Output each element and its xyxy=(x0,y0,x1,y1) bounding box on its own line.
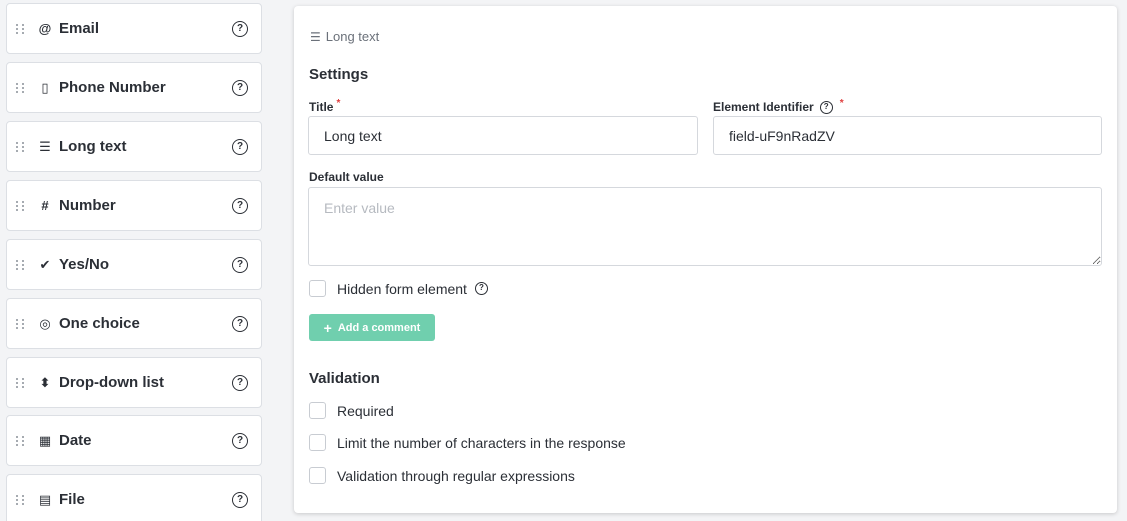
panel-header: ☰ Long text xyxy=(310,29,379,44)
radio-icon: ◎ xyxy=(39,315,51,331)
drag-handle-icon[interactable] xyxy=(16,258,26,272)
required-star: * xyxy=(336,97,341,109)
required-checkbox[interactable] xyxy=(309,402,326,419)
drag-handle-icon[interactable] xyxy=(16,493,26,507)
palette-item-email[interactable]: @ Email ? xyxy=(6,3,262,54)
drag-handle-icon[interactable] xyxy=(16,434,26,448)
select-arrows-icon: ⬍ xyxy=(39,374,51,390)
drag-handle-icon[interactable] xyxy=(16,317,26,331)
palette-item-label: Phone Number xyxy=(59,79,166,96)
at-sign-icon: @ xyxy=(38,21,52,36)
title-label: Title * xyxy=(309,97,341,115)
palette-item-label: Date xyxy=(59,432,92,449)
limit-characters-checkbox[interactable] xyxy=(309,434,326,451)
palette-item-file[interactable]: ▤ File ? xyxy=(6,474,262,521)
help-icon[interactable]: ? xyxy=(232,79,248,96)
palette-item-phone-number[interactable]: ▯ Phone Number ? xyxy=(6,62,262,113)
add-comment-label: Add a comment xyxy=(337,321,421,334)
long-text-icon: ☰ xyxy=(310,29,321,44)
phone-icon: ▯ xyxy=(41,79,49,95)
long-text-icon: ☰ xyxy=(39,138,51,154)
default-value-textarea[interactable] xyxy=(308,187,1102,266)
hidden-form-element-label: Hidden form element xyxy=(337,280,467,297)
validation-option-label: Limit the number of characters in the re… xyxy=(337,434,626,451)
field-palette: @ Email ? ▯ Phone Number ? ☰ Long text ?… xyxy=(6,0,262,521)
palette-item-label: Number xyxy=(59,197,116,214)
drag-handle-icon[interactable] xyxy=(16,376,26,390)
validation-option-limit-characters[interactable]: Limit the number of characters in the re… xyxy=(309,434,626,451)
element-identifier-label-text: Element Identifier xyxy=(713,100,814,114)
element-identifier-label: Element Identifier ? * xyxy=(713,97,844,115)
help-icon[interactable]: ? xyxy=(232,491,248,508)
drag-handle-icon[interactable] xyxy=(16,199,26,213)
help-icon[interactable]: ? xyxy=(232,256,248,273)
help-icon[interactable]: ? xyxy=(474,282,488,295)
regex-checkbox[interactable] xyxy=(309,467,326,484)
palette-item-label: One choice xyxy=(59,315,140,332)
title-label-text: Title xyxy=(309,100,334,114)
palette-item-label: File xyxy=(59,491,85,508)
hash-icon: # xyxy=(41,198,49,213)
validation-option-label: Validation through regular expressions xyxy=(337,467,575,484)
default-value-label: Default value xyxy=(309,170,384,184)
palette-item-label: Email xyxy=(59,20,100,37)
palette-item-drop-down-list[interactable]: ⬍ Drop-down list ? xyxy=(6,357,262,408)
palette-item-long-text[interactable]: ☰ Long text ? xyxy=(6,121,262,172)
help-icon[interactable]: ? xyxy=(232,138,248,155)
palette-item-label: Drop-down list xyxy=(59,374,164,391)
palette-item-one-choice[interactable]: ◎ One choice ? xyxy=(6,298,262,349)
help-icon[interactable]: ? xyxy=(232,20,248,37)
required-star: * xyxy=(839,97,844,109)
drag-handle-icon[interactable] xyxy=(16,140,26,154)
element-identifier-input[interactable] xyxy=(713,116,1102,155)
palette-item-yes-no[interactable]: ✔ Yes/No ? xyxy=(6,239,262,290)
hidden-form-element-row[interactable]: Hidden form element ? xyxy=(309,280,488,297)
palette-item-number[interactable]: # Number ? xyxy=(6,180,262,231)
validation-option-label: Required xyxy=(337,402,394,419)
field-settings-panel: ☰ Long text Settings Title * Element Ide… xyxy=(294,6,1117,513)
calendar-icon: ▦ xyxy=(38,432,52,448)
validation-option-regex[interactable]: Validation through regular expressions xyxy=(309,467,575,484)
file-icon: ▤ xyxy=(38,491,52,507)
add-comment-button[interactable]: + Add a comment xyxy=(309,314,435,341)
check-icon: ✔ xyxy=(39,256,51,272)
help-icon[interactable]: ? xyxy=(232,315,248,332)
validation-title: Validation xyxy=(309,370,380,387)
palette-item-label: Yes/No xyxy=(59,256,110,273)
help-icon[interactable]: ? xyxy=(232,197,248,214)
title-input[interactable] xyxy=(308,116,698,155)
drag-handle-icon[interactable] xyxy=(16,22,26,36)
help-icon[interactable]: ? xyxy=(232,374,248,391)
help-icon[interactable]: ? xyxy=(819,100,833,114)
drag-handle-icon[interactable] xyxy=(16,81,26,95)
panel-header-label: Long text xyxy=(325,29,380,44)
palette-item-date[interactable]: ▦ Date ? xyxy=(6,415,262,466)
help-icon[interactable]: ? xyxy=(232,432,248,449)
hidden-form-element-checkbox[interactable] xyxy=(309,280,326,297)
settings-title: Settings xyxy=(309,66,369,83)
validation-option-required[interactable]: Required xyxy=(309,402,394,419)
palette-item-label: Long text xyxy=(59,138,127,155)
plus-icon: + xyxy=(323,319,332,336)
